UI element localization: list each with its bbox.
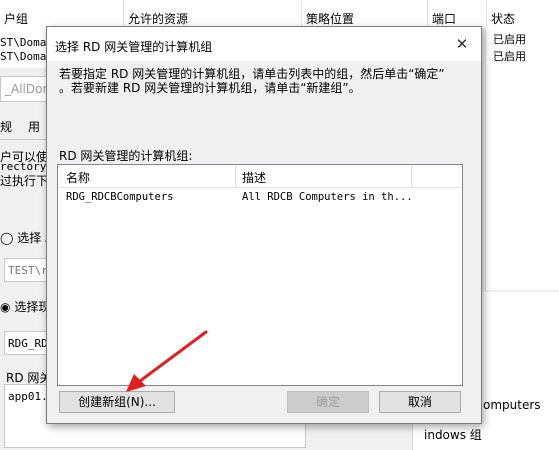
- red-arrow-annotation: [126, 330, 208, 392]
